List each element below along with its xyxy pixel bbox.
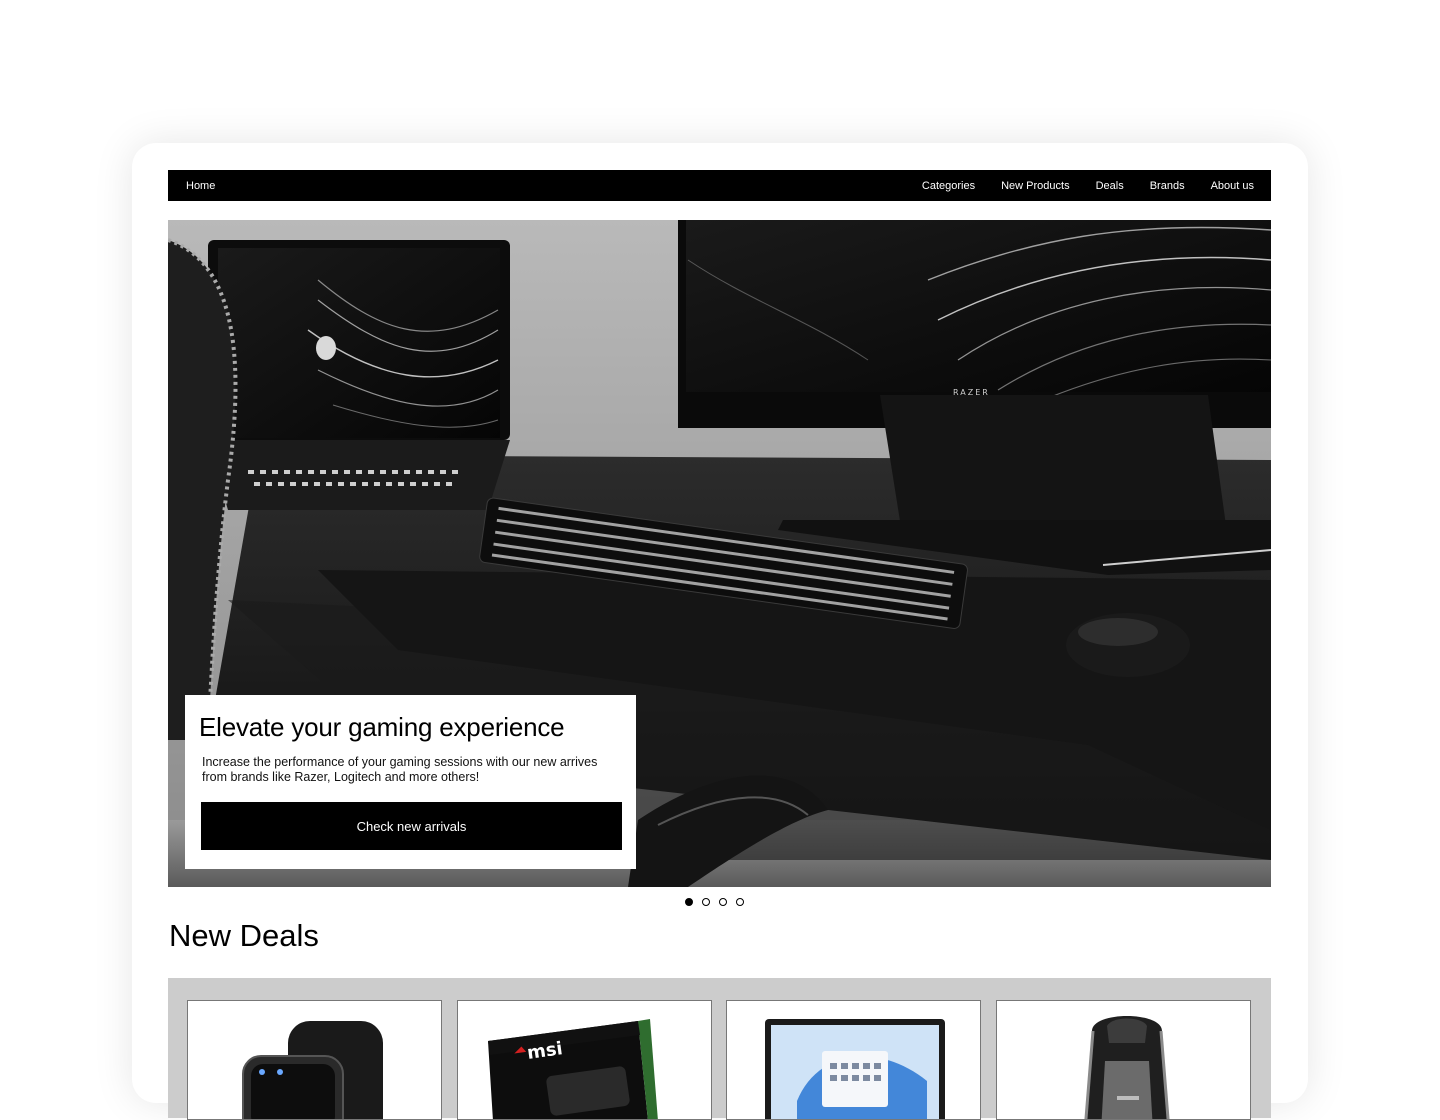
nav-new-products[interactable]: New Products — [1001, 180, 1069, 192]
carousel-dot-4[interactable] — [736, 898, 744, 906]
nav-deals[interactable]: Deals — [1096, 180, 1124, 192]
laptop-image — [765, 1019, 945, 1119]
gaming-chair-image — [1084, 1016, 1170, 1119]
msi-graphics-card-box-image: msi — [488, 1019, 658, 1119]
hero-description: Increase the performance of your gaming … — [202, 755, 598, 784]
nav-brands[interactable]: Brands — [1150, 180, 1185, 192]
nav-about-us[interactable]: About us — [1211, 180, 1254, 192]
browser-frame: Home Categories New Products Deals Brand… — [132, 143, 1308, 1120]
hero-banner: RAZER Elevate your gaming experience Inc… — [168, 220, 1271, 887]
smartwatch-image — [242, 1021, 383, 1119]
nav-links: Categories New Products Deals Brands Abo… — [922, 180, 1254, 192]
product-card-gaming-chair[interactable] — [996, 1000, 1251, 1120]
nav-home[interactable]: Home — [186, 180, 215, 192]
carousel-dot-1[interactable] — [685, 898, 693, 906]
top-navbar: Home Categories New Products Deals Brand… — [168, 170, 1271, 201]
carousel-dot-2[interactable] — [702, 898, 710, 906]
check-new-arrivals-button[interactable]: Check new arrivals — [201, 802, 622, 850]
product-card-laptop[interactable] — [726, 1000, 981, 1120]
hero-promo-card: Elevate your gaming experience Increase … — [185, 695, 636, 869]
carousel-dot-3[interactable] — [719, 898, 727, 906]
nav-categories[interactable]: Categories — [922, 180, 975, 192]
hero-title: Elevate your gaming experience — [199, 712, 565, 742]
carousel-pagination — [685, 898, 744, 906]
new-deals-heading: New Deals — [169, 918, 319, 953]
product-card-msi-graphics-card[interactable]: msi — [457, 1000, 712, 1120]
product-card-smartwatch[interactable] — [187, 1000, 442, 1120]
new-deals-section: msi — [168, 978, 1271, 1120]
